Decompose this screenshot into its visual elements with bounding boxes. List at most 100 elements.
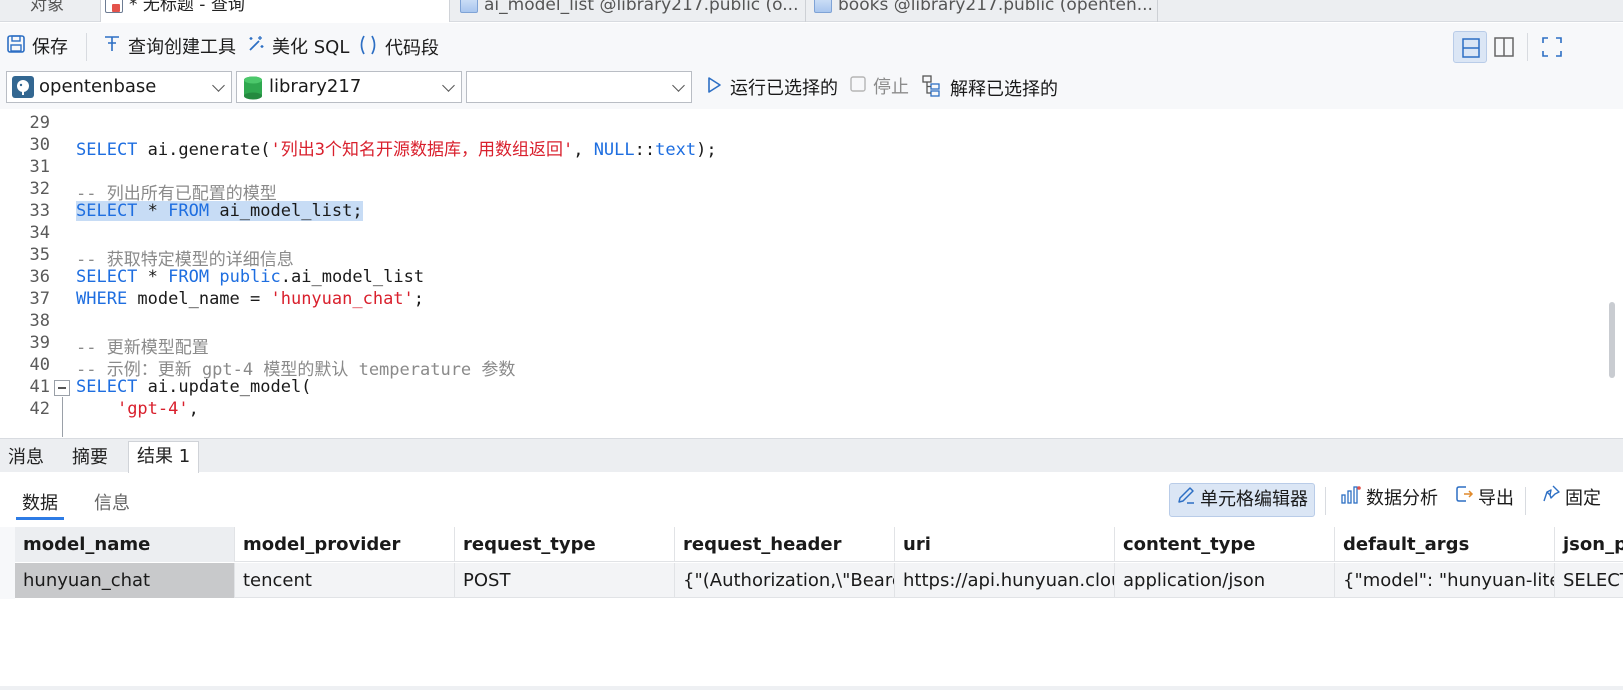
pin-button[interactable]: 固定 xyxy=(1535,483,1607,517)
server-select[interactable]: opentenbase xyxy=(6,71,232,103)
tab-untitled-query[interactable]: * 无标题 - 查询 xyxy=(100,0,450,22)
cell-editor-button[interactable]: 单元格编辑器 xyxy=(1169,483,1315,517)
explain-plan-icon xyxy=(922,75,944,105)
table-cell[interactable]: {"(Authorization,\"Beare xyxy=(675,563,895,598)
editor-line: 30 SELECT ai.generate('列出3个知名开源数据库，用数组返回… xyxy=(0,134,1600,160)
column-header[interactable]: request_type xyxy=(455,527,675,562)
editor-line: 35 -- 获取特定模型的详细信息 xyxy=(0,244,1600,270)
beautify-sql-button[interactable]: 美化 SQL xyxy=(246,34,349,60)
magic-wand-icon xyxy=(246,34,266,62)
stop-button[interactable]: 停止 xyxy=(849,75,909,101)
table-cell[interactable]: POST xyxy=(455,563,675,598)
line-number: 31 xyxy=(29,157,50,177)
chevron-down-icon xyxy=(672,79,685,92)
table-cell[interactable]: {"model": "hunyuan-lite xyxy=(1335,563,1555,598)
schema-select[interactable] xyxy=(466,71,692,103)
row-selector-column xyxy=(0,527,15,599)
parentheses-icon xyxy=(357,34,379,64)
editor-line: 36 SELECT * FROM public.ai_model_list xyxy=(0,266,1600,289)
column-header[interactable]: model_name xyxy=(15,527,235,562)
fold-toggle-icon[interactable] xyxy=(54,380,70,396)
tab-books[interactable]: books @library217.public (openten... xyxy=(810,0,1158,22)
table-cell[interactable]: https://api.hunyuan.clou xyxy=(895,563,1115,598)
tab-messages[interactable]: 消息 xyxy=(0,445,52,473)
data-analysis-button[interactable]: 数据分析 xyxy=(1334,483,1444,517)
bar-chart-icon xyxy=(1340,483,1362,515)
export-icon xyxy=(1454,483,1474,515)
column-header[interactable]: default_args xyxy=(1335,527,1555,562)
database-icon xyxy=(242,76,264,102)
document-tab-bar: 对象 * 无标题 - 查询 ai_model_list @library217.… xyxy=(0,0,1623,22)
toolbar-divider xyxy=(1325,487,1326,515)
editor-line: 33 SELECT * FROM ai_model_list; xyxy=(0,200,1600,223)
code-text: SELECT * FROM public.ai_model_list xyxy=(76,267,425,287)
line-number: 33 xyxy=(29,201,50,221)
run-selected-button[interactable]: 运行已选择的 xyxy=(704,75,838,101)
selected-code-text: SELECT * FROM ai_model_list; xyxy=(76,201,363,221)
save-label: 保存 xyxy=(32,37,68,58)
tab-summary[interactable]: 摘要 xyxy=(64,445,116,473)
tab-label: books @library217.public (openten... xyxy=(838,0,1153,15)
cell-editor-label: 单元格编辑器 xyxy=(1200,489,1308,510)
column-header[interactable]: json_p xyxy=(1555,527,1623,562)
stop-label: 停止 xyxy=(873,77,909,98)
line-number: 34 xyxy=(29,223,50,243)
column-header[interactable]: uri xyxy=(895,527,1115,562)
result-subbar: 数据 信息 单元格编辑器 数据分析 导出 固定 xyxy=(0,473,1623,525)
editor-line: 34 xyxy=(0,222,1600,245)
column-header[interactable]: request_header xyxy=(675,527,895,562)
horizontal-split-icon xyxy=(1462,38,1480,58)
active-subtab-indicator xyxy=(16,517,64,520)
table-icon xyxy=(460,0,478,13)
table-cell[interactable]: SELECT xyxy=(1555,563,1623,598)
column-header[interactable]: content_type xyxy=(1115,527,1335,562)
play-icon xyxy=(704,75,724,103)
layout-horizontal-split-button[interactable] xyxy=(1453,31,1487,63)
tab-result-1[interactable]: 结果 1 xyxy=(128,441,200,473)
tab-objects[interactable]: 对象 xyxy=(30,0,90,22)
tab-ai-model-list[interactable]: ai_model_list @library217.public (o... xyxy=(456,0,806,22)
editor-toolbar: 保存 查询创建工具 美化 SQL 代码段 xyxy=(0,23,1623,69)
editor-scrollbar-thumb[interactable] xyxy=(1609,302,1615,378)
connection-bar: opentenbase library217 运行已选择的 停止 解释已选择的 xyxy=(0,69,1623,109)
toolbar-divider xyxy=(86,33,87,61)
snippet-button[interactable]: 代码段 xyxy=(357,34,439,60)
column-header[interactable]: model_provider xyxy=(235,527,455,562)
table-row[interactable]: hunyuan_chat tencent POST {"(Authorizati… xyxy=(15,563,1623,598)
query-builder-button[interactable]: 查询创建工具 xyxy=(102,34,236,60)
server-select-value: opentenbase xyxy=(39,76,157,97)
editor-line: 29 xyxy=(0,112,1600,135)
subtab-info[interactable]: 信息 xyxy=(94,489,130,515)
tab-label: 对象 xyxy=(30,0,64,15)
table-cell[interactable]: hunyuan_chat xyxy=(15,563,235,598)
line-number: 36 xyxy=(29,267,50,287)
toolbar-divider xyxy=(1527,33,1528,61)
beautify-sql-label: 美化 SQL xyxy=(272,37,350,58)
table-cell[interactable]: application/json xyxy=(1115,563,1335,598)
save-icon xyxy=(6,34,26,62)
status-bar-edge xyxy=(0,686,1623,690)
pencil-icon xyxy=(1176,484,1196,516)
toolbar-divider xyxy=(1525,487,1526,515)
database-select[interactable]: library217 xyxy=(236,71,462,103)
subtab-data[interactable]: 数据 xyxy=(22,489,58,515)
sql-editor[interactable]: 29 30 SELECT ai.generate('列出3个知名开源数据库，用数… xyxy=(0,112,1623,438)
chevron-down-icon xyxy=(442,79,455,92)
layout-vertical-split-button[interactable] xyxy=(1487,31,1521,63)
editor-line: 42 'gpt-4', xyxy=(0,398,1600,421)
run-selected-label: 运行已选择的 xyxy=(730,78,838,99)
postgresql-icon xyxy=(12,76,34,102)
grid-header-row: model_name model_provider request_type r… xyxy=(15,527,1623,562)
explain-selected-button[interactable]: 解释已选择的 xyxy=(922,75,1058,101)
vertical-split-icon xyxy=(1494,37,1514,57)
fullscreen-button[interactable] xyxy=(1535,31,1569,63)
line-number: 29 xyxy=(29,113,50,133)
data-analysis-label: 数据分析 xyxy=(1366,488,1438,509)
export-button[interactable]: 导出 xyxy=(1448,483,1520,517)
table-cell[interactable]: tencent xyxy=(235,563,455,598)
result-grid: model_name model_provider request_type r… xyxy=(15,527,1623,599)
pin-label: 固定 xyxy=(1565,488,1601,509)
line-number: 35 xyxy=(29,245,50,265)
code-text: WHERE model_name = 'hunyuan_chat'; xyxy=(76,289,425,309)
save-button[interactable]: 保存 xyxy=(6,34,68,60)
